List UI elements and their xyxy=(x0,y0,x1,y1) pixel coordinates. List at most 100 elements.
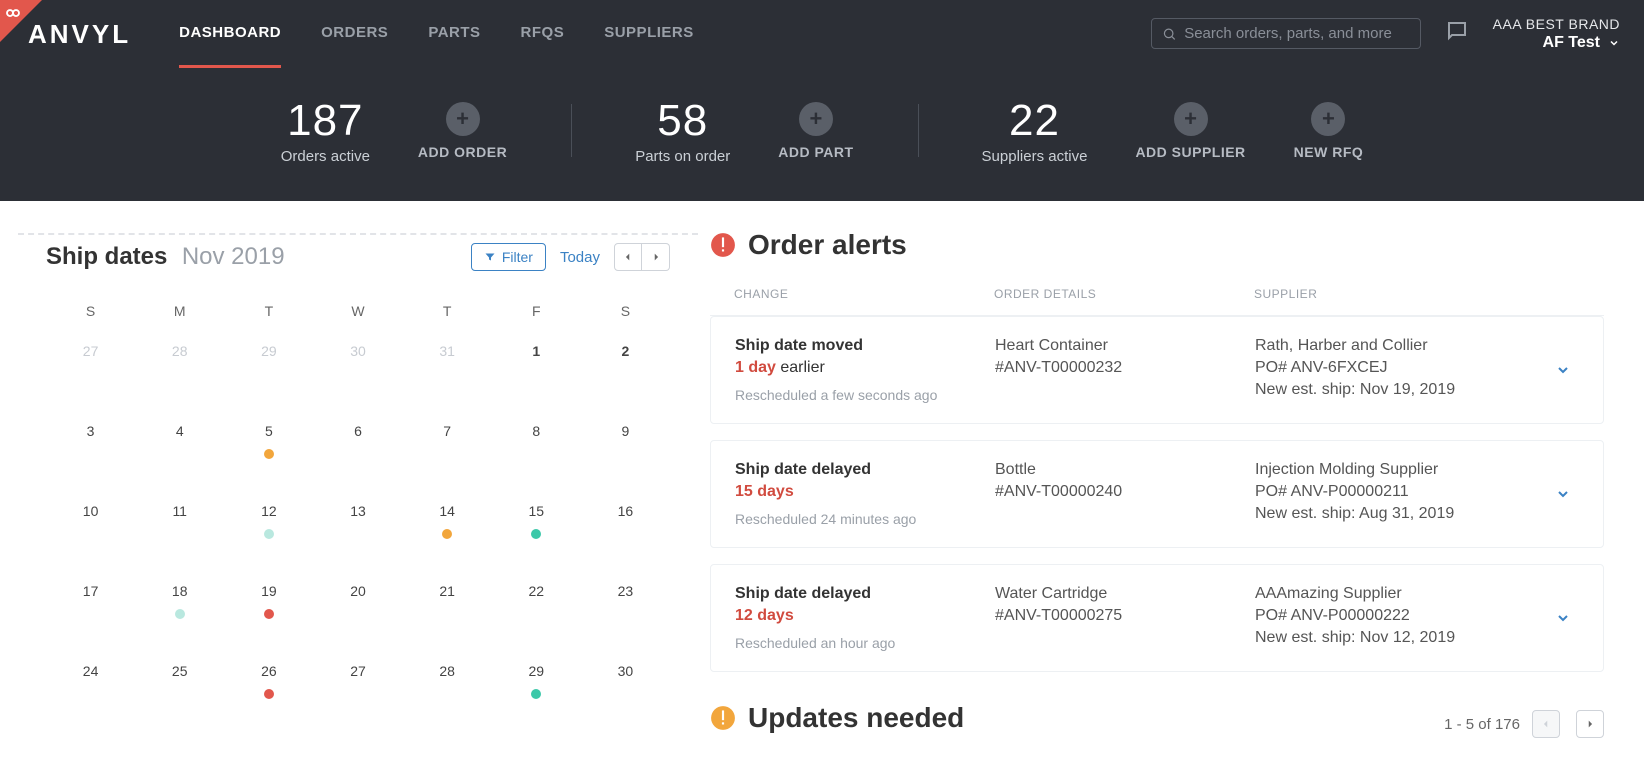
chevron-down-icon xyxy=(1555,610,1571,626)
calendar-day[interactable]: 28 xyxy=(403,657,492,737)
new-ship-date: New est. ship: Aug 31, 2019 xyxy=(1255,505,1543,523)
event-dot-icon xyxy=(264,529,274,539)
add-button[interactable]: + NEW RFQ xyxy=(1294,102,1364,160)
calendar-day[interactable]: 21 xyxy=(403,577,492,657)
change-meta: Rescheduled 24 minutes ago xyxy=(735,511,995,527)
calendar-day[interactable]: 30 xyxy=(313,337,402,417)
calendar-day[interactable]: 5 xyxy=(224,417,313,497)
filter-button[interactable]: Filter xyxy=(471,243,546,271)
alert-row[interactable]: Ship date delayed12 daysRescheduled an h… xyxy=(710,564,1604,672)
calendar-day[interactable]: 27 xyxy=(313,657,402,737)
calendar-day[interactable]: 11 xyxy=(135,497,224,577)
calendar-day[interactable]: 12 xyxy=(224,497,313,577)
calendar-day[interactable]: 4 xyxy=(135,417,224,497)
alert-icon xyxy=(710,232,736,258)
calendar-day[interactable]: 31 xyxy=(403,337,492,417)
add-label: NEW RFQ xyxy=(1294,144,1364,160)
calendar-day[interactable]: 23 xyxy=(581,577,670,657)
add-button[interactable]: + ADD PART xyxy=(778,102,853,160)
pager-prev-button[interactable] xyxy=(1532,710,1560,738)
col-change: CHANGE xyxy=(734,287,994,301)
calendar-day[interactable]: 1 xyxy=(492,337,581,417)
nav-item-suppliers[interactable]: SUPPLIERS xyxy=(604,0,694,68)
calendar-day[interactable]: 29 xyxy=(492,657,581,737)
calendar-day[interactable]: 25 xyxy=(135,657,224,737)
order-detail-name: Bottle xyxy=(995,461,1255,479)
order-detail-sku: #ANV-T00000232 xyxy=(995,359,1255,377)
event-dot-icon xyxy=(531,529,541,539)
pager-range: 1 - 5 of 176 xyxy=(1444,716,1520,733)
calendar-day[interactable]: 3 xyxy=(46,417,135,497)
calendar-day[interactable]: 10 xyxy=(46,497,135,577)
calendar-day[interactable]: 15 xyxy=(492,497,581,577)
stat-value: 187 xyxy=(281,96,370,146)
calendar-day[interactable]: 28 xyxy=(135,337,224,417)
nav-item-parts[interactable]: PARTS xyxy=(428,0,480,68)
calendar-day[interactable]: 7 xyxy=(403,417,492,497)
alert-row[interactable]: Ship date delayed15 daysRescheduled 24 m… xyxy=(710,440,1604,548)
stat-group: 58Parts on order+ADD PART xyxy=(571,96,917,165)
calendar-day[interactable]: 14 xyxy=(403,497,492,577)
day-of-week: F xyxy=(492,293,581,337)
main-nav: DASHBOARD ORDERS PARTS RFQS SUPPLIERS xyxy=(179,0,694,68)
calendar-month: Nov 2019 xyxy=(182,243,285,270)
account-switcher[interactable]: AAA BEST BRAND AF Test xyxy=(1493,15,1620,54)
event-dot-icon xyxy=(531,689,541,699)
calendar-day[interactable]: 30 xyxy=(581,657,670,737)
change-delta: 12 days xyxy=(735,607,995,625)
calendar-day[interactable]: 18 xyxy=(135,577,224,657)
calendar-day[interactable]: 13 xyxy=(313,497,402,577)
calendar-day[interactable]: 16 xyxy=(581,497,670,577)
search-input[interactable] xyxy=(1184,25,1409,42)
event-dot-icon xyxy=(264,449,274,459)
expand-row-button[interactable] xyxy=(1543,585,1583,651)
calendar-day[interactable]: 6 xyxy=(313,417,402,497)
calendar-day[interactable]: 17 xyxy=(46,577,135,657)
calendar-day[interactable]: 2 xyxy=(581,337,670,417)
calendar-day[interactable]: 8 xyxy=(492,417,581,497)
chevron-down-icon xyxy=(1555,486,1571,502)
global-search[interactable] xyxy=(1151,18,1421,49)
brand-name: AAA BEST BRAND xyxy=(1493,15,1620,33)
chevron-left-icon xyxy=(1541,719,1551,729)
supplier-name: Injection Molding Supplier xyxy=(1255,461,1543,479)
calendar-day[interactable]: 22 xyxy=(492,577,581,657)
change-meta: Rescheduled a few seconds ago xyxy=(735,387,995,403)
day-of-week: W xyxy=(313,293,402,337)
calendar-day[interactable]: 27 xyxy=(46,337,135,417)
nav-item-dashboard[interactable]: DASHBOARD xyxy=(179,0,281,68)
calendar-day[interactable]: 20 xyxy=(313,577,402,657)
stat-label: Orders active xyxy=(281,148,370,165)
calendar-day[interactable]: 19 xyxy=(224,577,313,657)
today-link[interactable]: Today xyxy=(560,249,600,266)
filter-icon xyxy=(484,251,496,263)
plus-icon: + xyxy=(446,102,480,136)
ship-dates-calendar: Ship dates Nov 2019 Filter Today xyxy=(18,233,698,746)
add-label: ADD PART xyxy=(778,144,853,160)
add-label: ADD SUPPLIER xyxy=(1135,144,1245,160)
stat-group: 22Suppliers active+ADD SUPPLIER+NEW RFQ xyxy=(918,96,1428,165)
alert-row[interactable]: Ship date moved1 day earlierRescheduled … xyxy=(710,316,1604,424)
messages-icon[interactable] xyxy=(1445,19,1469,48)
calendar-day[interactable]: 29 xyxy=(224,337,313,417)
calendar-day[interactable]: 9 xyxy=(581,417,670,497)
plus-icon: + xyxy=(799,102,833,136)
plus-icon: + xyxy=(1311,102,1345,136)
calendar-next-button[interactable] xyxy=(642,243,670,271)
order-detail-name: Heart Container xyxy=(995,337,1255,355)
order-detail-sku: #ANV-T00000275 xyxy=(995,607,1255,625)
order-detail-sku: #ANV-T00000240 xyxy=(995,483,1255,501)
calendar-day[interactable]: 24 xyxy=(46,657,135,737)
calendar-prev-button[interactable] xyxy=(614,243,642,271)
add-button[interactable]: +ADD SUPPLIER xyxy=(1135,102,1245,160)
nav-item-orders[interactable]: ORDERS xyxy=(321,0,388,68)
pager-next-button[interactable] xyxy=(1576,710,1604,738)
add-button[interactable]: +ADD ORDER xyxy=(418,102,507,160)
nav-item-rfqs[interactable]: RFQS xyxy=(521,0,565,68)
event-dot-icon xyxy=(442,529,452,539)
calendar-day[interactable]: 26 xyxy=(224,657,313,737)
supplier-po: PO# ANV-6FXCEJ xyxy=(1255,359,1543,377)
expand-row-button[interactable] xyxy=(1543,337,1583,403)
logo[interactable]: ANVYL xyxy=(28,19,131,50)
expand-row-button[interactable] xyxy=(1543,461,1583,527)
